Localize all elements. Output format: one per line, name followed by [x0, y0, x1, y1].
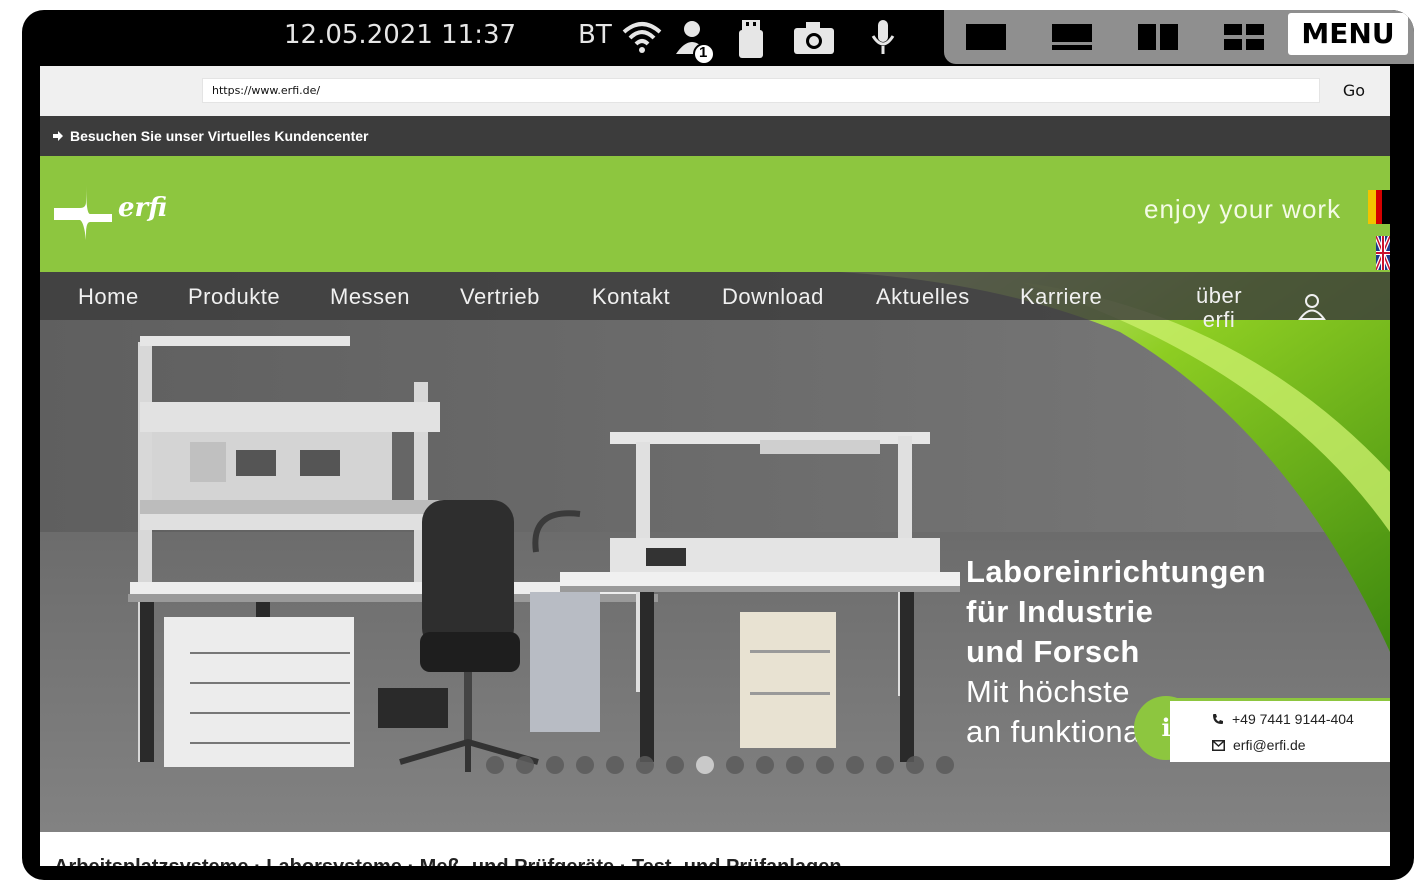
- slider-dot[interactable]: [666, 756, 684, 774]
- site-topbar: Besuchen Sie unser Virtuelles Kundencent…: [40, 116, 1390, 156]
- phone-icon: [1213, 714, 1223, 724]
- hero-line-3: und Forsch: [966, 634, 1140, 669]
- slider-dot[interactable]: [816, 756, 834, 774]
- user-count-icon: [676, 21, 715, 64]
- nav-ueber-line2: erfi: [1202, 307, 1236, 332]
- hero-line-2: für Industrie: [966, 594, 1154, 629]
- main-nav: Home Produkte Messen Vertrieb Kontakt Do…: [40, 272, 1390, 332]
- menu-button[interactable]: MENU: [1288, 13, 1408, 55]
- slider-dot[interactable]: [786, 756, 804, 774]
- slider-dot[interactable]: [486, 756, 504, 774]
- sign-in-icon: [53, 131, 63, 141]
- layout-quad-icon[interactable]: [1224, 24, 1264, 50]
- nav-download[interactable]: Download: [722, 284, 824, 310]
- contact-email-text: erfi@erfi.de: [1233, 737, 1306, 753]
- envelope-icon: [1212, 739, 1225, 751]
- nav-ueber-line1: über: [1196, 283, 1243, 308]
- slider-dot[interactable]: [876, 756, 894, 774]
- tablet-frame: 12.05.2021 11:37 BT 1 MENU https://www.e…: [22, 10, 1414, 880]
- bluetooth-label: BT: [578, 20, 612, 50]
- usb-icon: [739, 20, 763, 58]
- nav-messen[interactable]: Messen: [330, 284, 410, 310]
- nav-home[interactable]: Home: [78, 284, 139, 310]
- slider-dot[interactable]: [906, 756, 924, 774]
- datetime: 12.05.2021 11:37: [284, 20, 517, 50]
- slider-dot[interactable]: [846, 756, 864, 774]
- contact-phone-text: +49 7441 9144-404: [1232, 711, 1354, 727]
- nav-aktuelles[interactable]: Aktuelles: [876, 284, 970, 310]
- slider-dot[interactable]: [606, 756, 624, 774]
- layout-horizontal-split-icon[interactable]: [1052, 24, 1092, 50]
- microphone-icon[interactable]: [870, 20, 896, 58]
- flag-uk-icon[interactable]: [1376, 236, 1390, 270]
- layout-switcher: MENU: [944, 10, 1414, 64]
- contact-phone[interactable]: +49 7441 9144-404: [1212, 711, 1354, 727]
- slogan: enjoy your work: [1144, 194, 1342, 224]
- nav-produkte[interactable]: Produkte: [188, 284, 280, 310]
- user-count-badge: 1: [699, 44, 708, 61]
- slider-dot[interactable]: [576, 756, 594, 774]
- url-input[interactable]: https://www.erfi.de/: [202, 78, 1320, 103]
- browser-window: https://www.erfi.de/ Go Besuchen Sie uns…: [40, 66, 1390, 866]
- svg-text:erfi: erfi: [118, 193, 167, 223]
- slider-dot[interactable]: [696, 756, 714, 774]
- go-button[interactable]: Go: [1336, 78, 1372, 103]
- camera-icon[interactable]: [792, 20, 836, 56]
- slider-dot[interactable]: [546, 756, 564, 774]
- slider-dot[interactable]: [516, 756, 534, 774]
- site-header: erfi enjoy your work: [40, 156, 1390, 272]
- category-strip-text[interactable]: Arbeitsplatzsysteme · Laborsysteme · Meß…: [54, 856, 842, 866]
- nav-vertrieb[interactable]: Vertrieb: [460, 284, 540, 310]
- nav-ueber-erfi[interactable]: über erfi: [1196, 284, 1242, 332]
- wifi-icon: [622, 22, 662, 53]
- slider-dot[interactable]: [726, 756, 744, 774]
- layout-vertical-split-icon[interactable]: [1138, 24, 1178, 50]
- slider-dots: [486, 756, 954, 774]
- slider-dot[interactable]: [936, 756, 954, 774]
- slider-dot[interactable]: [636, 756, 654, 774]
- contact-box: +49 7441 9144-404 erfi@erfi.de: [1170, 698, 1390, 762]
- hero-line-1: Laboreinrichtungen: [966, 554, 1267, 589]
- flag-de-icon[interactable]: [1368, 190, 1390, 224]
- contact-email[interactable]: erfi@erfi.de: [1212, 737, 1306, 753]
- user-icon[interactable]: [1298, 292, 1326, 320]
- address-bar: https://www.erfi.de/ Go: [40, 66, 1390, 116]
- category-strip: Arbeitsplatzsysteme · Laborsysteme · Meß…: [40, 832, 1390, 866]
- slider-dot[interactable]: [756, 756, 774, 774]
- nav-kontakt[interactable]: Kontakt: [592, 284, 670, 310]
- virtual-center-label: Besuchen Sie unser Virtuelles Kundencent…: [70, 128, 369, 144]
- system-status-bar: 12.05.2021 11:37 BT 1 MENU: [22, 10, 1414, 64]
- nav-karriere[interactable]: Karriere: [1020, 284, 1102, 310]
- virtual-center-link[interactable]: Besuchen Sie unser Virtuelles Kundencent…: [52, 128, 369, 144]
- erfi-logo[interactable]: erfi: [52, 178, 182, 242]
- layout-single-icon[interactable]: [966, 24, 1006, 50]
